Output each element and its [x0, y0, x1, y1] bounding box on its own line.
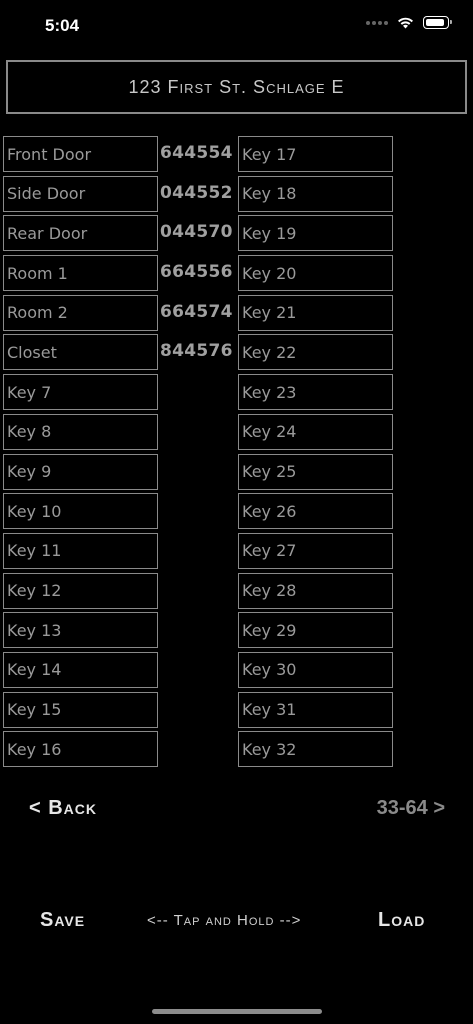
- key-name-field[interactable]: Key 13: [3, 612, 158, 649]
- key-name-field[interactable]: Key 32: [238, 731, 393, 768]
- tap-hold-hint: <-- Tap and Hold -->: [147, 912, 302, 929]
- key-code: 044552: [160, 182, 233, 203]
- key-name-field[interactable]: Key 20: [238, 255, 393, 292]
- key-name-field[interactable]: Key 31: [238, 691, 393, 728]
- status-time: 5:04: [45, 16, 80, 35]
- key-name-field[interactable]: Key 24: [238, 413, 393, 450]
- status-bar: 5:04: [0, 0, 473, 52]
- next-page-button[interactable]: 33-64 >: [377, 797, 445, 820]
- key-name-field[interactable]: Key 21: [238, 294, 393, 331]
- key-name-field[interactable]: Key 17: [238, 136, 393, 172]
- home-indicator: [152, 1009, 322, 1014]
- key-name-field[interactable]: Side Door: [3, 175, 158, 212]
- key-name-field[interactable]: Key 16: [3, 731, 158, 768]
- save-button[interactable]: Save: [40, 909, 85, 932]
- left-key-list: Front Door Side Door Rear Door Room 1 Room 2…: [3, 136, 158, 771]
- key-code: 844576: [160, 341, 233, 362]
- key-name-field[interactable]: Key 18: [238, 175, 393, 212]
- key-name-field[interactable]: Key 7: [3, 374, 158, 411]
- key-name-field[interactable]: Key 29: [238, 612, 393, 649]
- key-name-field[interactable]: Key 15: [3, 691, 158, 728]
- signal-icon: [366, 20, 388, 25]
- key-name-field[interactable]: Key 8: [3, 413, 158, 450]
- key-name-field[interactable]: Key 10: [3, 493, 158, 530]
- key-name-field[interactable]: Key 19: [238, 215, 393, 252]
- key-name-field[interactable]: Key 25: [238, 453, 393, 490]
- key-name-field[interactable]: Key 11: [3, 532, 158, 569]
- key-name-field[interactable]: Key 22: [238, 334, 393, 371]
- battery-icon: [423, 16, 452, 29]
- key-name-field[interactable]: Key 12: [3, 572, 158, 609]
- key-name-field[interactable]: Room 2: [3, 294, 158, 331]
- key-name-field[interactable]: Key 23: [238, 374, 393, 411]
- key-code: 044570: [160, 222, 233, 243]
- key-name-field[interactable]: Key 27: [238, 532, 393, 569]
- key-name-field[interactable]: Key 28: [238, 572, 393, 609]
- key-name-field[interactable]: Key 9: [3, 453, 158, 490]
- right-key-list: Key 17 Key 18 Key 19 Key 20 Key 21 Key 22 Key …: [238, 136, 393, 771]
- key-name-field[interactable]: Room 1: [3, 255, 158, 292]
- key-name-field[interactable]: Key 14: [3, 651, 158, 688]
- status-icons: [366, 16, 452, 29]
- key-name-field[interactable]: Front Door: [3, 136, 158, 172]
- key-name-field[interactable]: Key 26: [238, 493, 393, 530]
- key-name-field[interactable]: Key 30: [238, 651, 393, 688]
- key-code: 664574: [160, 301, 233, 322]
- wifi-icon: [398, 17, 413, 28]
- load-button[interactable]: Load: [378, 909, 425, 932]
- lock-title-button[interactable]: 123 First St. Schlage E: [6, 60, 467, 114]
- key-name-field[interactable]: Rear Door: [3, 215, 158, 252]
- key-code: 644554: [160, 143, 233, 163]
- code-list: 644554 044552 044570 664556 664574 844576: [160, 136, 235, 374]
- key-code: 664556: [160, 262, 233, 283]
- page-title: 123 First St. Schlage E: [128, 76, 345, 97]
- back-button[interactable]: < Back: [29, 797, 97, 820]
- key-name-field[interactable]: Closet: [3, 334, 158, 371]
